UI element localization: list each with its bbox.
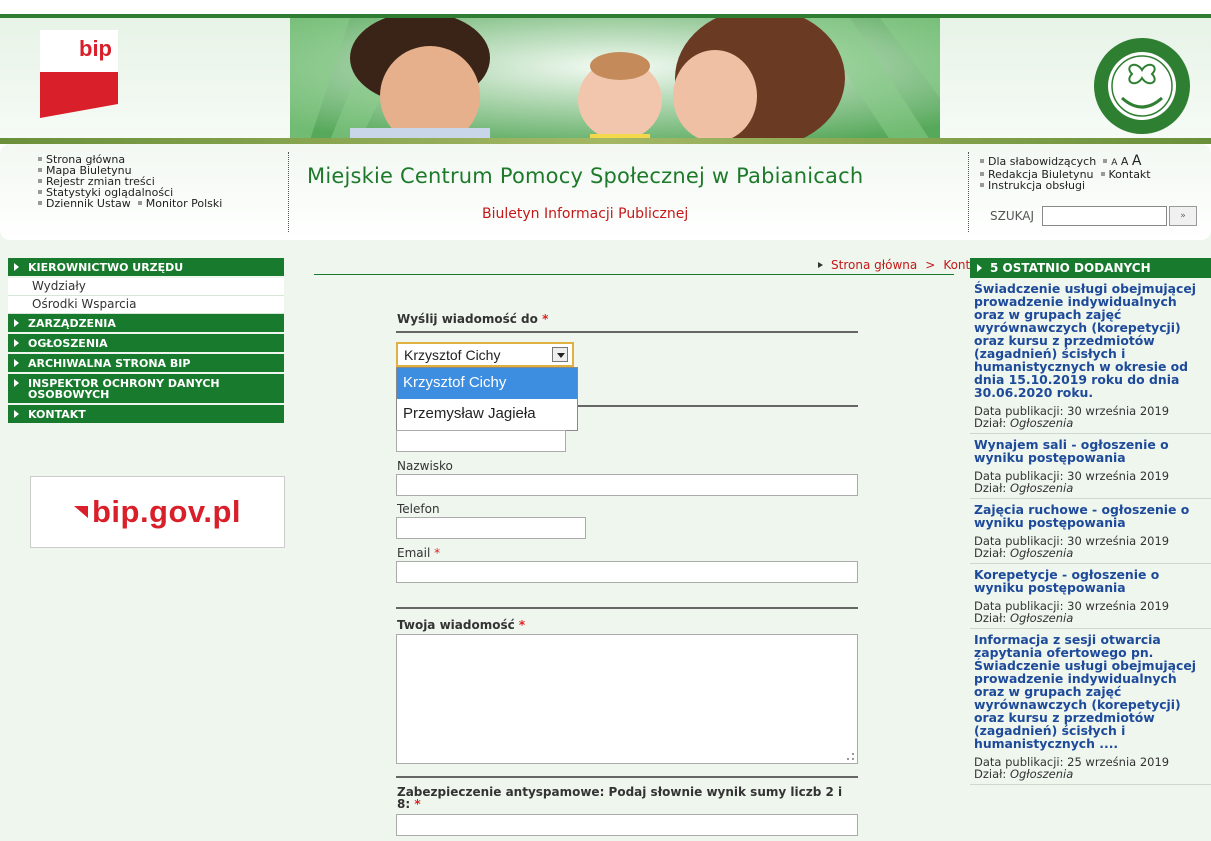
menu-contact[interactable]: KONTAKT (8, 405, 284, 423)
message-textarea[interactable] (396, 634, 858, 764)
news-dept: Dział: Ogłoszenia (974, 611, 1074, 625)
divider (968, 152, 969, 232)
page-title: Miejskie Centrum Pomocy Społecznej w Pab… (307, 164, 864, 188)
antispam-label: Zabezpieczenie antyspamowe: Podaj słowni… (397, 785, 843, 811)
antispam-field[interactable] (396, 814, 858, 836)
news-title-link[interactable]: Informacja z sesji otwarcia zapytania of… (974, 633, 1211, 750)
bip-logo[interactable]: bip (40, 30, 118, 118)
search-box: SZUKAJ » (990, 206, 1198, 226)
email-label: Email * (397, 546, 441, 560)
header-family-photo (290, 18, 940, 140)
dropdown-option[interactable]: Przemysław Jagieła (397, 399, 577, 430)
breadcrumb-home[interactable]: Strona główna (831, 258, 917, 272)
email-field[interactable] (396, 561, 858, 583)
phone-field[interactable] (396, 517, 586, 539)
link-contact-top[interactable]: Kontakt (1100, 168, 1151, 181)
link-monitor-polski[interactable]: Monitor Polski (137, 198, 222, 209)
recent-items-panel: 5 OSTATNIO DODANYCH Świadczenie usługi o… (970, 258, 1211, 785)
message-label: Twoja wiadomość * (397, 618, 526, 632)
search-button[interactable]: » (1169, 206, 1198, 226)
search-label: SZUKAJ (990, 209, 1035, 223)
recent-items-header: 5 OSTATNIO DODANYCH (970, 258, 1211, 278)
news-dept: Dział: Ogłoszenia (974, 767, 1074, 781)
utility-links: Dla słabowidzących A A A Redakcja Biulet… (980, 154, 1151, 191)
menu-support-centers[interactable]: Ośrodki Wsparcia (8, 296, 284, 314)
divider (396, 776, 858, 778)
site-header: bip (0, 0, 1211, 144)
divider (396, 331, 858, 333)
top-navigation: Strona główna Mapa Biuletynu Rejestr zmi… (0, 144, 1211, 240)
news-dept: Dział: Ogłoszenia (974, 546, 1074, 560)
link-row-ustaw: Dziennik Ustaw Monitor Polski (38, 198, 222, 209)
left-menu: KIEROWNICTWO URZĘDU Wydziały Ośrodki Wsp… (8, 258, 284, 425)
news-title-link[interactable]: Wynajem sali - ogłoszenie o wyniku postę… (974, 438, 1211, 464)
news-dept: Dział: Ogłoszenia (974, 416, 1074, 430)
surname-field[interactable] (396, 474, 858, 496)
bip-gov-banner[interactable]: bip.gov.pl (30, 476, 285, 548)
menu-departments[interactable]: Wydziały (8, 278, 284, 296)
link-low-vision[interactable]: Dla słabowidzących (980, 155, 1096, 168)
search-input[interactable] (1042, 206, 1168, 226)
resize-grip-icon[interactable] (847, 753, 854, 760)
link-dziennik-ustaw[interactable]: Dziennik Ustaw (38, 198, 131, 209)
recipient-dropdown: Krzysztof Cichy Przemysław Jagieła (396, 367, 578, 431)
list-item: Zajęcia ruchowe - ogłoszenie o wyniku po… (970, 499, 1211, 564)
surname-label: Nazwisko (397, 459, 453, 473)
phone-label: Telefon (397, 502, 440, 516)
divider (288, 152, 289, 232)
menu-data-protection[interactable]: INSPEKTOR OCHRONY DANYCH OSOBOWYCH (8, 374, 284, 403)
list-item: Świadczenie usługi obejmującej prowadzen… (970, 278, 1211, 434)
font-size-switcher[interactable]: A A A (1103, 154, 1141, 168)
service-links: Strona główna Mapa Biuletynu Rejestr zmi… (38, 154, 222, 209)
divider (396, 607, 858, 609)
link-manual[interactable]: Instrukcja obsługi (980, 180, 1151, 191)
menu-management[interactable]: KIEROWNICTWO URZĘDU (8, 258, 284, 276)
breadcrumb: Strona główna > Kontakt (818, 258, 989, 272)
dropdown-option[interactable]: Krzysztof Cichy (397, 368, 577, 399)
menu-archive[interactable]: ARCHIWALNA STRONA BIP (8, 354, 284, 372)
list-item: Informacja z sesji otwarcia zapytania of… (970, 629, 1211, 785)
menu-announcements[interactable]: OGŁOSZENIA (8, 334, 284, 352)
news-dept: Dział: Ogłoszenia (974, 481, 1074, 495)
chevron-down-icon[interactable] (552, 347, 568, 362)
news-title-link[interactable]: Świadczenie usługi obejmującej prowadzen… (974, 282, 1211, 399)
news-title-link[interactable]: Korepetycje - ogłoszenie o wyniku postęp… (974, 568, 1211, 594)
page-subtitle: Biuletyn Informacji Publicznej (482, 206, 689, 222)
recipient-select[interactable]: Krzysztof Cichy (396, 342, 574, 367)
send-to-label: Wyślij wiadomość do * (397, 312, 549, 326)
bip-logo-text: bip (79, 36, 112, 61)
list-item: Wynajem sali - ogłoszenie o wyniku postę… (970, 434, 1211, 499)
news-title-link[interactable]: Zajęcia ruchowe - ogłoszenie o wyniku po… (974, 503, 1211, 529)
menu-orders[interactable]: ZARZĄDZENIA (8, 314, 284, 332)
breadcrumb-underline (314, 274, 954, 275)
mcps-seal-logo (1092, 36, 1192, 136)
list-item: Korepetycje - ogłoszenie o wyniku postęp… (970, 564, 1211, 629)
first-name-field[interactable] (396, 430, 566, 452)
